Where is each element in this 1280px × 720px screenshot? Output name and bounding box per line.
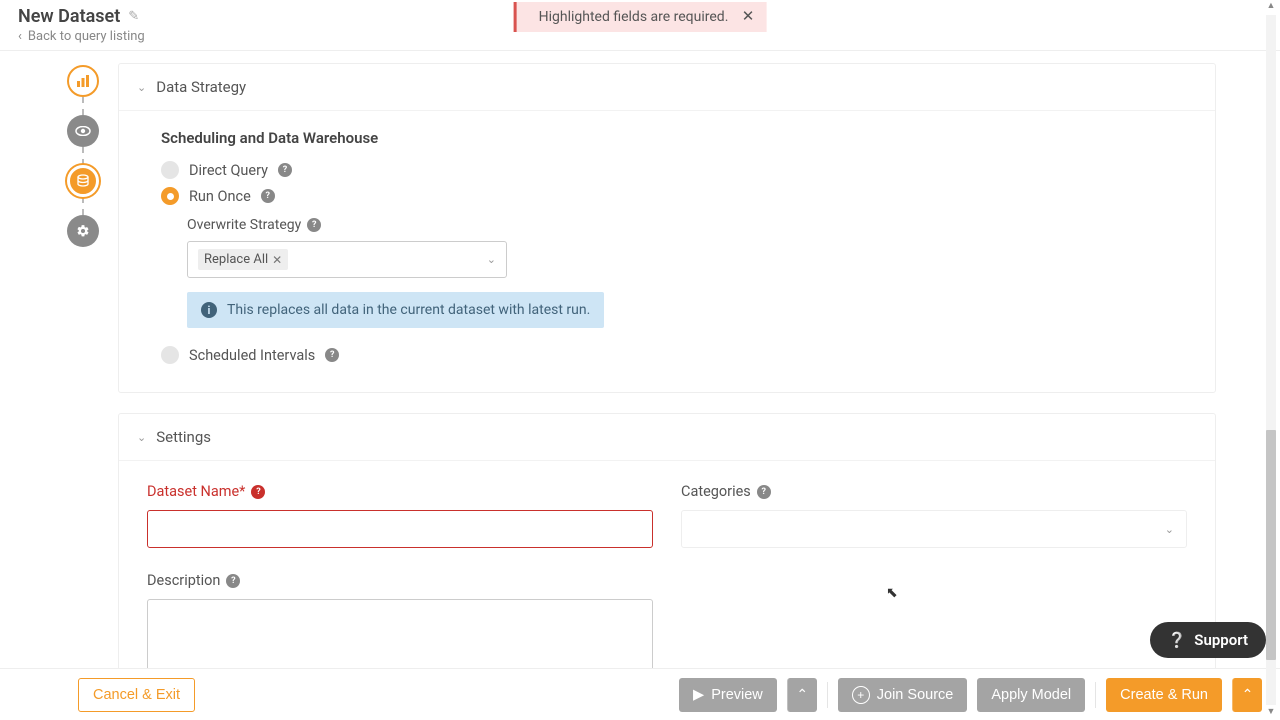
- chevron-down-icon[interactable]: ⌄: [137, 81, 146, 94]
- required-alert-text: Highlighted fields are required.: [539, 9, 729, 25]
- data-strategy-title: Data Strategy: [156, 78, 246, 96]
- chevron-down-icon[interactable]: ⌄: [487, 253, 496, 266]
- step-connector: [82, 97, 84, 115]
- categories-select[interactable]: ⌄: [681, 510, 1187, 548]
- help-icon[interactable]: ?: [261, 189, 275, 203]
- overwrite-select[interactable]: Replace All ✕ ⌄: [187, 241, 507, 278]
- radio-direct-query[interactable]: Direct Query ?: [161, 157, 1185, 183]
- scrollbar[interactable]: ▲ ▼: [1265, 0, 1278, 720]
- dataset-name-label: Dataset Name* ?: [147, 483, 653, 500]
- chevron-left-icon: ‹: [18, 29, 22, 44]
- radio-label: Run Once: [189, 188, 251, 205]
- close-icon[interactable]: ✕: [742, 7, 755, 25]
- play-icon: ▶: [693, 687, 704, 703]
- overwrite-info-text: This replaces all data in the current da…: [227, 302, 590, 318]
- radio-dot[interactable]: [161, 187, 179, 205]
- radio-run-once[interactable]: Run Once ?: [161, 183, 1185, 209]
- settings-title: Settings: [156, 428, 211, 446]
- step-connector: [82, 197, 84, 215]
- radio-label: Scheduled Intervals: [189, 347, 315, 364]
- step-database-icon[interactable]: [67, 165, 99, 197]
- remove-tag-icon[interactable]: ✕: [272, 253, 282, 267]
- scroll-down-icon[interactable]: ▼: [1264, 706, 1278, 720]
- data-strategy-header[interactable]: ⌄ Data Strategy: [119, 64, 1215, 111]
- required-alert: Highlighted fields are required. ✕: [514, 2, 767, 32]
- step-nav: [58, 51, 108, 675]
- edit-title-icon[interactable]: ✎: [128, 9, 139, 24]
- overwrite-chip: Replace All ✕: [198, 249, 288, 270]
- help-icon[interactable]: ?: [226, 574, 240, 588]
- scheduling-subhead: Scheduling and Data Warehouse: [161, 129, 1185, 147]
- radio-scheduled[interactable]: Scheduled Intervals ?: [161, 342, 1185, 368]
- support-button[interactable]: ❔ Support: [1150, 622, 1266, 658]
- info-icon: i: [201, 302, 217, 318]
- description-label: Description ?: [147, 572, 653, 589]
- help-icon[interactable]: ?: [278, 163, 292, 177]
- radio-label: Direct Query: [189, 162, 268, 179]
- scroll-up-icon[interactable]: ▲: [1264, 0, 1278, 14]
- step-chart-icon[interactable]: [67, 65, 99, 97]
- help-icon: ❔: [1168, 631, 1187, 649]
- divider: [1095, 682, 1096, 708]
- radio-dot[interactable]: [161, 346, 179, 364]
- page-title: New Dataset: [18, 6, 120, 27]
- description-input[interactable]: [147, 599, 653, 675]
- data-strategy-panel: ⌄ Data Strategy Scheduling and Data Ware…: [118, 63, 1216, 393]
- help-icon[interactable]: ?: [251, 485, 265, 499]
- footer-bar: Cancel & Exit ▶ Preview ⌃ + Join Source …: [0, 668, 1280, 720]
- step-connector: [82, 147, 84, 165]
- categories-label: Categories ?: [681, 483, 1187, 500]
- step-preview-icon[interactable]: [67, 115, 99, 147]
- divider: [827, 682, 828, 708]
- cancel-button[interactable]: Cancel & Exit: [78, 678, 195, 712]
- preview-button[interactable]: ▶ Preview: [679, 678, 777, 712]
- scroll-thumb[interactable]: [1266, 430, 1276, 660]
- settings-panel: ⌄ Settings Dataset Name* ? Categories ?: [118, 413, 1216, 675]
- create-run-button[interactable]: Create & Run: [1106, 678, 1222, 712]
- help-icon[interactable]: ?: [307, 218, 321, 232]
- step-settings-icon[interactable]: [67, 215, 99, 247]
- help-icon[interactable]: ?: [325, 348, 339, 362]
- overwrite-label: Overwrite Strategy ?: [187, 217, 1185, 233]
- content-area: ⌄ Data Strategy Scheduling and Data Ware…: [114, 51, 1280, 675]
- chevron-down-icon[interactable]: ⌄: [137, 431, 146, 444]
- apply-model-button[interactable]: Apply Model: [977, 678, 1085, 712]
- dataset-name-input[interactable]: [147, 510, 653, 548]
- join-source-button[interactable]: + Join Source: [838, 678, 968, 712]
- radio-dot[interactable]: [161, 161, 179, 179]
- plus-icon: +: [852, 686, 870, 704]
- chevron-down-icon: ⌄: [1165, 523, 1174, 536]
- settings-header[interactable]: ⌄ Settings: [119, 414, 1215, 461]
- help-icon[interactable]: ?: [757, 485, 771, 499]
- overwrite-info: i This replaces all data in the current …: [187, 292, 604, 328]
- create-run-split-button[interactable]: ⌃: [1232, 678, 1262, 712]
- preview-split-button[interactable]: ⌃: [787, 678, 817, 712]
- back-link-label: Back to query listing: [28, 29, 145, 44]
